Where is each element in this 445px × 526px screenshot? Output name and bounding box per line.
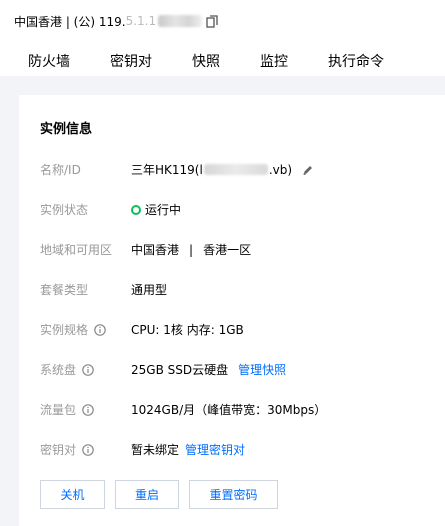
spec-value: CPU: 1核 内存: 1GB bbox=[131, 323, 244, 337]
plan-value: 通用型 bbox=[131, 283, 168, 297]
status-label: 实例状态 bbox=[40, 203, 89, 217]
keypair-value-text: 暂未绑定 bbox=[131, 443, 180, 457]
keypair-value: 暂未绑定 管理密钥对 bbox=[131, 441, 245, 458]
running-status-icon bbox=[131, 204, 141, 215]
traffic-value: 1024GB/月（峰值带宽：30Mbps） bbox=[131, 403, 327, 417]
reset-password-button[interactable]: 重置密码 bbox=[189, 480, 278, 509]
info-icon[interactable] bbox=[82, 443, 94, 456]
copy-icon[interactable] bbox=[206, 14, 218, 28]
edit-pencil-icon[interactable] bbox=[302, 164, 314, 176]
traffic-label: 流量包 bbox=[40, 401, 94, 418]
row-keypair: 密钥对 暂未绑定 管理密钥对 bbox=[19, 439, 445, 459]
name-id-value: 三年HK119(l .vb) bbox=[131, 161, 314, 178]
card-title: 实例信息 bbox=[40, 122, 93, 137]
info-icon[interactable] bbox=[82, 403, 94, 416]
region-text: 中国香港 bbox=[131, 243, 180, 257]
disk-value-text: 25GB SSD云硬盘 bbox=[131, 363, 229, 377]
spec-label-text: 实例规格 bbox=[40, 323, 89, 337]
row-name-id: 名称/ID 三年HK119(l .vb) bbox=[19, 159, 445, 179]
shutdown-button[interactable]: 关机 bbox=[40, 480, 105, 509]
traffic-label-text: 流量包 bbox=[40, 403, 77, 417]
ip-address-line: 中国香港 | (公) 119. 5.1.1 bbox=[14, 12, 218, 30]
keypair-label: 密钥对 bbox=[40, 441, 94, 458]
tab-keypair[interactable]: 密钥对 bbox=[110, 51, 152, 71]
ip-address-prefix: 中国香港 | (公) 119. bbox=[14, 14, 126, 29]
tab-firewall[interactable]: 防火墙 bbox=[28, 51, 70, 71]
keypair-label-text: 密钥对 bbox=[40, 443, 77, 457]
plan-label: 套餐类型 bbox=[40, 283, 89, 297]
row-instance-status: 实例状态 运行中 bbox=[19, 199, 445, 219]
tab-monitoring[interactable]: 监控 bbox=[260, 51, 288, 71]
name-id-label: 名称/ID bbox=[40, 163, 81, 177]
name-id-suffix: .vb) bbox=[268, 162, 293, 177]
manage-snapshot-link[interactable]: 管理快照 bbox=[238, 361, 286, 378]
disk-label-text: 系统盘 bbox=[40, 363, 77, 377]
row-instance-spec: 实例规格 CPU: 1核 内存: 1GB bbox=[19, 319, 445, 339]
disk-value: 25GB SSD云硬盘 管理快照 bbox=[131, 361, 286, 378]
zone-text: 香港一区 bbox=[203, 243, 252, 257]
ip-address-visible: 5.1.1 bbox=[125, 14, 157, 28]
restart-button[interactable]: 重启 bbox=[115, 480, 179, 509]
info-icon[interactable] bbox=[94, 323, 106, 336]
name-id-prefix: 三年HK119(l bbox=[131, 163, 203, 177]
region-separator: | bbox=[189, 242, 194, 257]
manage-keypair-link[interactable]: 管理密钥对 bbox=[185, 441, 245, 458]
tab-snapshot[interactable]: 快照 bbox=[192, 51, 220, 71]
instance-header: 中国香港 | (公) 119. 5.1.1 防火墙 密钥对 快照 监控 执行命令 bbox=[0, 0, 445, 76]
disk-label: 系统盘 bbox=[40, 361, 94, 378]
row-region-zone: 地域和可用区 中国香港 | 香港一区 bbox=[19, 239, 445, 259]
status-value: 运行中 bbox=[131, 201, 181, 218]
region-value: 中国香港 | 香港一区 bbox=[131, 241, 251, 258]
status-text: 运行中 bbox=[145, 203, 182, 217]
instance-info-card: 实例信息 名称/ID 三年HK119(l .vb) 实例状态 运行中 地域和可用… bbox=[19, 95, 445, 526]
spec-label: 实例规格 bbox=[40, 321, 106, 338]
row-system-disk: 系统盘 25GB SSD云硬盘 管理快照 bbox=[19, 359, 445, 379]
ip-address-redacted bbox=[158, 15, 203, 27]
tab-bar: 防火墙 密钥对 快照 监控 执行命令 bbox=[0, 48, 445, 74]
region-label: 地域和可用区 bbox=[40, 243, 113, 257]
tab-run-command[interactable]: 执行命令 bbox=[328, 51, 384, 71]
name-id-redacted bbox=[203, 164, 268, 175]
row-traffic-package: 流量包 1024GB/月（峰值带宽：30Mbps） bbox=[19, 399, 445, 419]
info-icon[interactable] bbox=[82, 363, 94, 376]
row-plan-type: 套餐类型 通用型 bbox=[19, 279, 445, 299]
